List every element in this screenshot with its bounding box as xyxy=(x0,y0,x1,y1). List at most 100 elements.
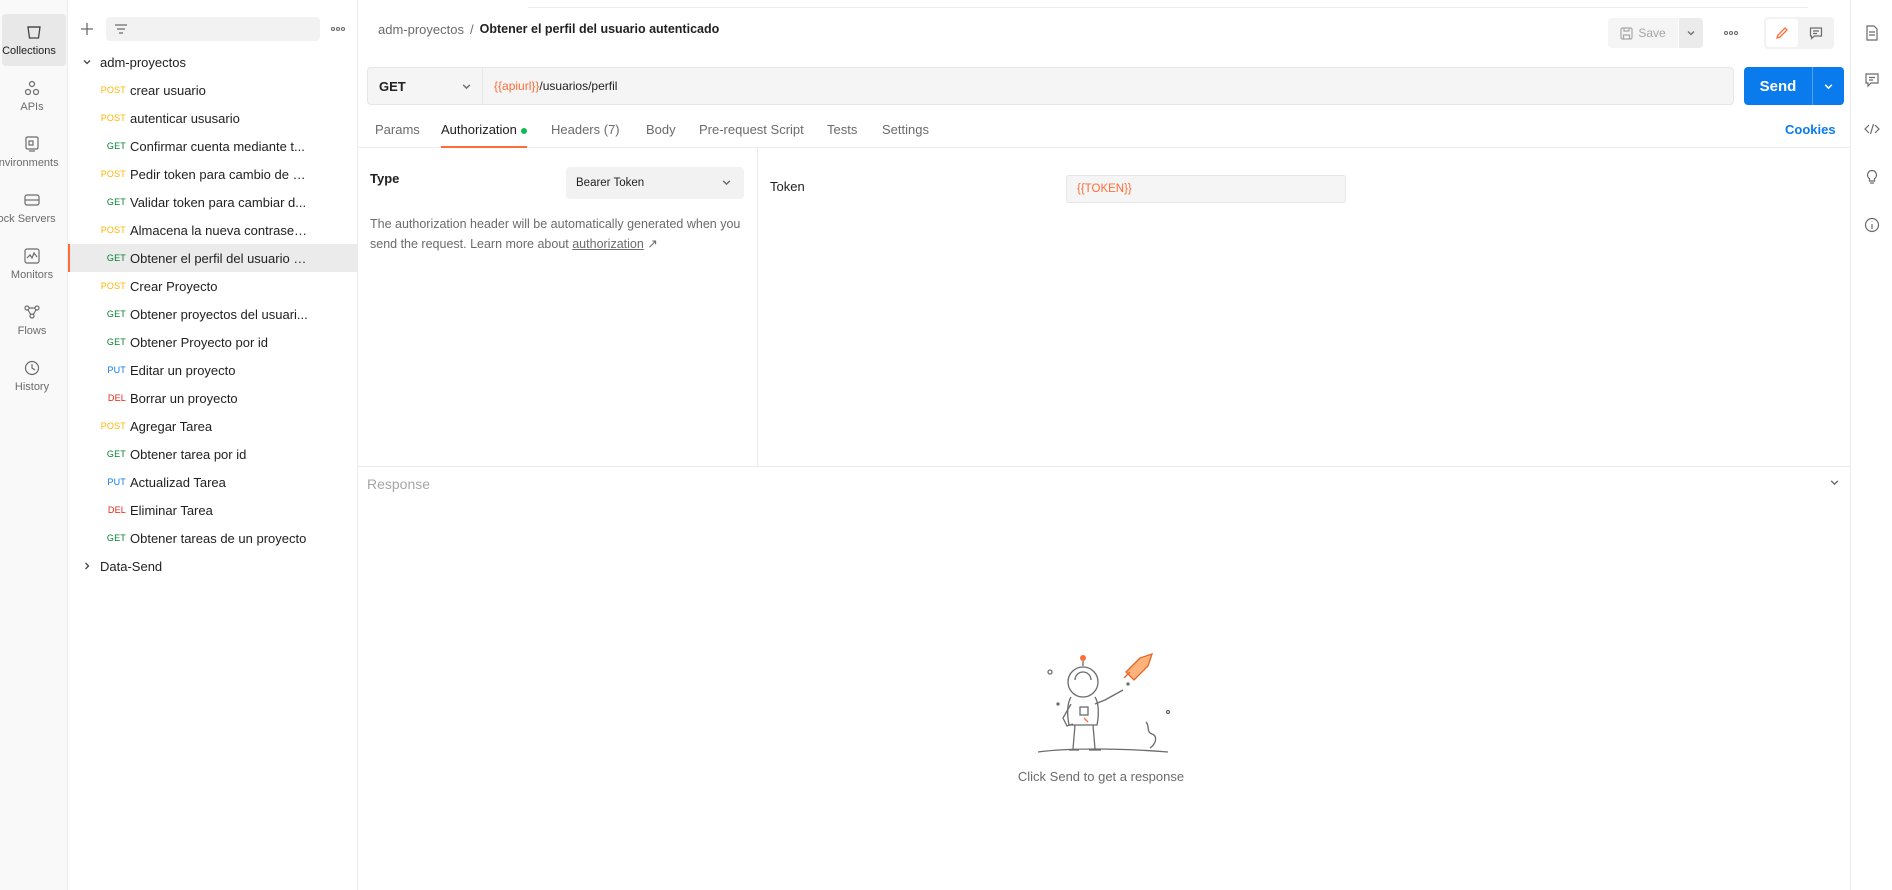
sidebar-toolbar xyxy=(68,0,358,41)
rail-apis[interactable]: APIs xyxy=(0,70,64,122)
request-item[interactable]: POST Pedir token para cambio de c... xyxy=(68,160,358,188)
request-item[interactable]: GET Confirmar cuenta mediante t... xyxy=(68,132,358,160)
plus-icon xyxy=(81,23,93,35)
send-options-button[interactable] xyxy=(1812,67,1844,105)
token-input[interactable]: {{TOKEN}} xyxy=(1066,175,1346,203)
request-item[interactable]: GET Obtener tareas de un proyecto xyxy=(68,524,358,552)
tab-headers[interactable]: Headers (7) xyxy=(551,122,620,148)
request-item[interactable]: PUT Actualizad Tarea xyxy=(68,468,358,496)
request-item[interactable]: GET Obtener proyectos del usuari... xyxy=(68,300,358,328)
request-name: Actualizad Tarea xyxy=(130,474,226,490)
code-snippet-button[interactable] xyxy=(1863,120,1881,138)
rail-collections[interactable]: Collections xyxy=(2,14,66,66)
help-text: The authorization header will be automat… xyxy=(370,217,741,251)
save-options-button[interactable] xyxy=(1679,18,1703,48)
request-name: Pedir token para cambio de c... xyxy=(130,166,308,182)
tab-authorization[interactable]: Authorization xyxy=(441,122,527,148)
rail-environments[interactable]: Environments xyxy=(0,126,64,178)
request-name: Obtener proyectos del usuari... xyxy=(130,306,308,322)
breadcrumb-separator: / xyxy=(469,22,474,37)
history-icon xyxy=(24,360,40,376)
request-item[interactable]: POST Agregar Tarea xyxy=(68,412,358,440)
method-badge: PUT xyxy=(107,365,126,375)
tab-pre-request-script[interactable]: Pre-request Script xyxy=(699,122,804,148)
rail-monitors[interactable]: Monitors xyxy=(0,238,64,290)
tab-label: Pre-request Script xyxy=(699,122,804,137)
info-icon xyxy=(1864,217,1880,233)
request-name: Obtener tareas de un proyecto xyxy=(130,530,307,546)
sidebar-more-button[interactable] xyxy=(326,18,350,40)
tab-tests[interactable]: Tests xyxy=(827,122,857,148)
tab-body[interactable]: Body xyxy=(646,122,676,148)
method-select[interactable]: GET xyxy=(367,67,483,105)
url-variable: {{apiurl}} xyxy=(494,79,540,93)
request-name: autenticar ususario xyxy=(130,110,240,126)
method-badge: GET xyxy=(106,309,126,319)
chevron-down-icon xyxy=(462,84,471,90)
rail-label: Environments xyxy=(0,157,59,169)
filter-icon xyxy=(115,24,127,34)
document-icon xyxy=(1866,25,1878,41)
request-item[interactable]: POST Crear Proyecto xyxy=(68,272,358,300)
more-icon xyxy=(330,26,346,32)
chevron-down-icon xyxy=(1824,83,1833,89)
request-item[interactable]: POST Almacena la nueva contraseña xyxy=(68,216,358,244)
authorization-link[interactable]: authorization xyxy=(572,237,644,251)
auth-type-select[interactable]: Bearer Token xyxy=(566,167,744,199)
collection-adm-proyectos[interactable]: adm-proyectos xyxy=(68,48,358,76)
collection-name: Data-Send xyxy=(100,558,163,574)
auth-type-panel: Type Bearer Token The authorization head… xyxy=(358,148,758,466)
new-button[interactable] xyxy=(76,18,98,40)
tab-label: Body xyxy=(646,122,676,137)
save-button[interactable]: Save xyxy=(1608,18,1678,48)
edit-mode-button[interactable] xyxy=(1766,19,1798,47)
filter-input[interactable] xyxy=(106,17,320,41)
auth-help-text: The authorization header will be automat… xyxy=(370,214,750,254)
request-item[interactable]: PUT Editar un proyecto xyxy=(68,356,358,384)
breadcrumb-collection[interactable]: adm-proyectos xyxy=(378,22,464,37)
url-input[interactable]: {{apiurl}}/usuarios/perfil xyxy=(483,67,1734,105)
request-item[interactable]: GET Obtener tarea por id xyxy=(68,440,358,468)
rail-label: APIs xyxy=(20,101,44,113)
request-info-button[interactable] xyxy=(1863,216,1881,234)
documentation-button[interactable] xyxy=(1863,24,1881,42)
flows-icon xyxy=(24,305,40,319)
request-item[interactable]: DEL Eliminar Tarea xyxy=(68,496,358,524)
collection-data-send[interactable]: Data-Send xyxy=(68,552,358,580)
send-button[interactable]: Send xyxy=(1744,67,1844,105)
request-item[interactable]: POST crear usuario xyxy=(68,76,358,104)
request-name: Almacena la nueva contraseña xyxy=(130,222,308,238)
rail-flows[interactable]: Flows xyxy=(0,294,64,346)
monitor-icon xyxy=(24,248,40,264)
request-name: Editar un proyecto xyxy=(130,362,236,378)
request-item[interactable]: GET Validar token para cambiar d... xyxy=(68,188,358,216)
breadcrumb-request[interactable]: Obtener el perfil del usuario autenticad… xyxy=(480,22,720,37)
request-item[interactable]: GET Obtener Proyecto por id xyxy=(68,328,358,356)
breadcrumb: adm-proyectos / Obtener el perfil del us… xyxy=(378,22,719,37)
tab-params[interactable]: Params xyxy=(375,122,420,148)
request-item[interactable]: POST autenticar ususario xyxy=(68,104,358,132)
tab-settings[interactable]: Settings xyxy=(882,122,929,148)
navigation-rail: Collections APIs Environments Mock Serve… xyxy=(0,0,68,890)
comments-button[interactable] xyxy=(1863,71,1881,89)
comments-mode-button[interactable] xyxy=(1800,19,1832,47)
response-label: Response xyxy=(367,476,431,492)
request-tabs: Params Authorization Headers (7) Body Pr… xyxy=(358,116,1850,148)
request-name: Obtener el perfil del usuario a... xyxy=(130,250,308,266)
rail-label: Flows xyxy=(17,325,47,337)
right-context-rail xyxy=(1850,0,1892,890)
rail-label: Mock Servers xyxy=(0,213,56,225)
request-name: Obtener Proyecto por id xyxy=(130,334,269,350)
response-header[interactable]: Response xyxy=(358,466,1850,500)
request-item[interactable]: DEL Borrar un proyecto xyxy=(68,384,358,412)
astronaut-rocket-illustration xyxy=(1037,652,1171,753)
cookies-link[interactable]: Cookies xyxy=(1785,122,1836,137)
request-item-selected[interactable]: GET Obtener el perfil del usuario a... xyxy=(68,244,358,272)
more-actions-button[interactable] xyxy=(1716,18,1746,48)
apis-icon xyxy=(24,80,40,96)
rail-mock-servers[interactable]: Mock Servers xyxy=(0,182,64,234)
rail-history[interactable]: History xyxy=(0,350,64,402)
chevron-down-icon xyxy=(1687,31,1695,36)
related-collections-button[interactable] xyxy=(1863,168,1881,186)
rail-label: History xyxy=(14,381,50,393)
